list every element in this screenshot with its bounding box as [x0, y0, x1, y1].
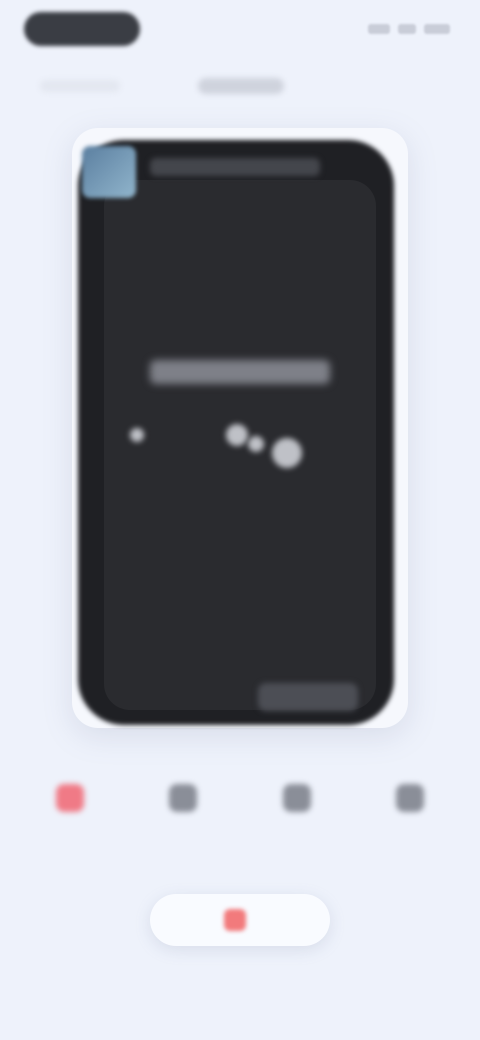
status-icons: [360, 22, 450, 36]
screen-dot: [248, 436, 264, 452]
wifi-icon: [398, 24, 416, 34]
screen-dot: [226, 424, 248, 446]
image-icon[interactable]: [82, 146, 136, 198]
heart-icon: [56, 784, 84, 812]
tab-0[interactable]: [20, 772, 120, 862]
primary-action-button[interactable]: [150, 894, 330, 946]
style-tabs: [20, 772, 460, 862]
page-title: [198, 78, 284, 94]
screen-heading: [150, 360, 330, 384]
screen-topbar: [150, 158, 320, 176]
tab-2[interactable]: [247, 772, 347, 862]
screen-dot: [130, 428, 144, 442]
screen-bottom-bar: [258, 683, 358, 711]
circle-icon: [282, 784, 311, 812]
heart-icon: [224, 909, 246, 931]
circle-icon: [395, 784, 424, 812]
status-bar: [0, 0, 480, 60]
circle-icon: [169, 784, 198, 812]
signal-icon: [368, 24, 390, 34]
tab-3[interactable]: [360, 772, 460, 862]
dynamic-island: [24, 12, 140, 46]
battery-icon: [424, 24, 450, 34]
header-back-link[interactable]: [40, 80, 120, 92]
tab-1[interactable]: [133, 772, 233, 862]
screen-dot: [272, 438, 302, 468]
